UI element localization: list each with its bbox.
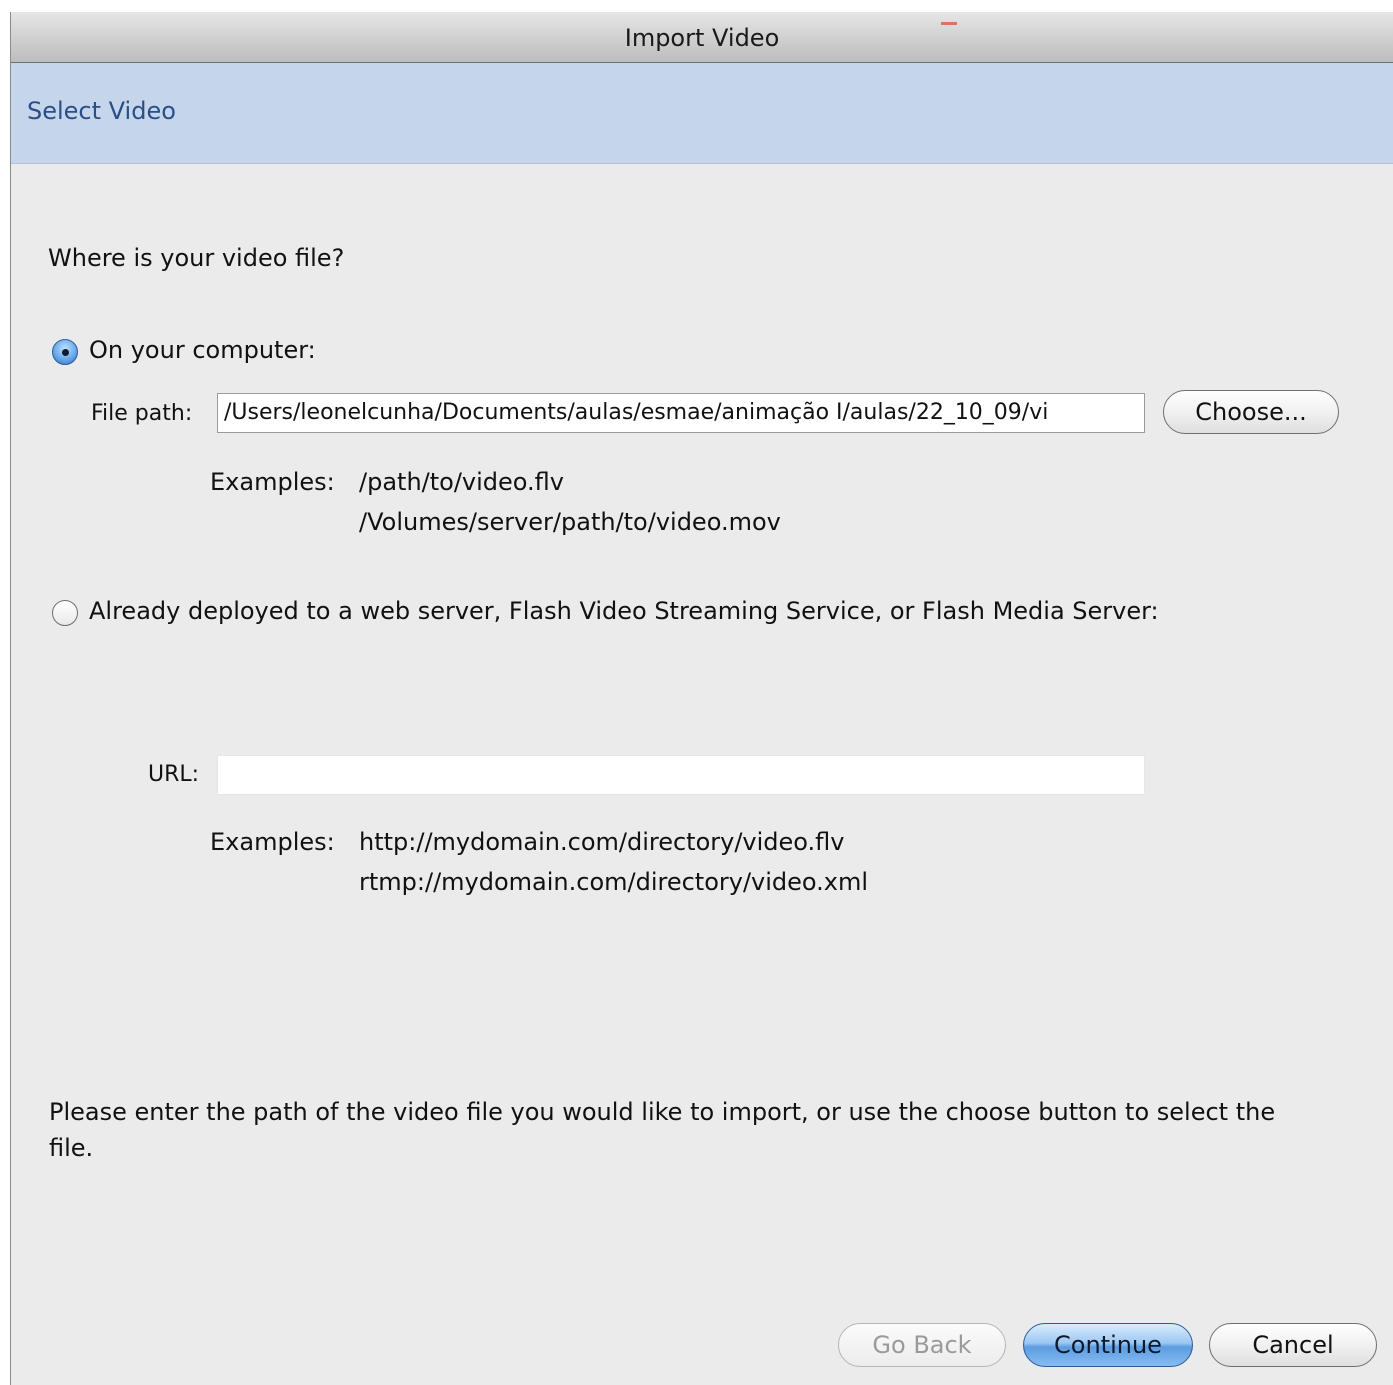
titlebar-marker bbox=[941, 22, 957, 25]
file-path-label: File path: bbox=[91, 401, 193, 426]
server-examples-label: Examples: bbox=[210, 828, 335, 856]
radio-on-computer[interactable] bbox=[52, 339, 78, 365]
server-example-2: rtmp://mydomain.com/directory/video.xml bbox=[359, 868, 869, 896]
go-back-button[interactable]: Go Back bbox=[838, 1323, 1006, 1367]
question-label: Where is your video file? bbox=[48, 244, 345, 272]
computer-example-2: /Volumes/server/path/to/video.mov bbox=[359, 508, 781, 536]
cancel-button-label: Cancel bbox=[1252, 1331, 1334, 1359]
import-video-dialog: Import Video Select Video Where is your … bbox=[10, 12, 1393, 1385]
radio-web-server[interactable] bbox=[52, 600, 78, 626]
choose-button-label: Choose... bbox=[1195, 398, 1307, 426]
window-title: Import Video bbox=[624, 24, 780, 52]
radio-on-computer-label[interactable]: On your computer: bbox=[89, 336, 316, 364]
computer-examples-label: Examples: bbox=[210, 468, 335, 496]
cancel-button[interactable]: Cancel bbox=[1209, 1323, 1377, 1367]
choose-button[interactable]: Choose... bbox=[1163, 390, 1339, 434]
go-back-button-label: Go Back bbox=[872, 1331, 972, 1359]
continue-button-label: Continue bbox=[1054, 1331, 1162, 1359]
step-title: Select Video bbox=[27, 97, 176, 125]
hint-text-line-2: file. bbox=[49, 1134, 94, 1162]
continue-button[interactable]: Continue bbox=[1023, 1323, 1193, 1367]
url-label: URL: bbox=[148, 762, 200, 787]
server-example-1: http://mydomain.com/directory/video.flv bbox=[359, 828, 845, 856]
computer-example-1: /path/to/video.flv bbox=[359, 468, 564, 496]
hint-text-line-1: Please enter the path of the video file … bbox=[49, 1098, 1276, 1126]
window-titlebar[interactable]: Import Video bbox=[11, 12, 1393, 63]
step-header: Select Video bbox=[11, 63, 1393, 164]
url-input[interactable] bbox=[217, 755, 1145, 795]
file-path-input[interactable]: /Users/leonelcunha/Documents/aulas/esmae… bbox=[217, 393, 1145, 433]
radio-web-server-label[interactable]: Already deployed to a web server, Flash … bbox=[89, 597, 1159, 625]
